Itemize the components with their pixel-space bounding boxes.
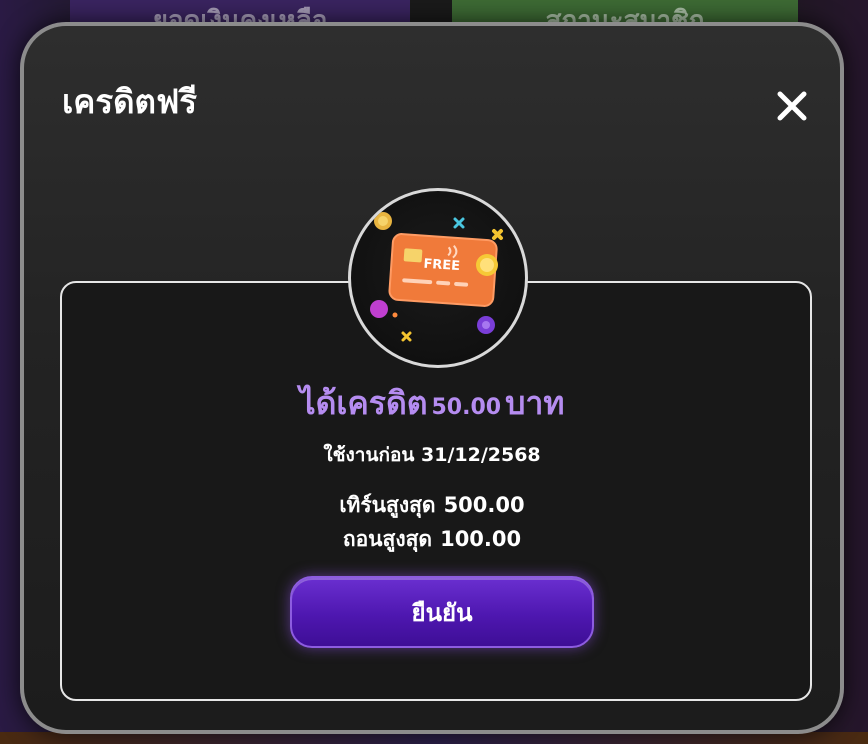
credit-suffix: บาท xyxy=(505,384,565,422)
free-credit-modal: เครดิตฟรี FREE ได้เครดิต 50.00 บาท ใช้งา… xyxy=(20,22,844,734)
credit-prefix: ได้เครดิต xyxy=(299,384,428,422)
turnover-value: 500.00 xyxy=(443,493,525,517)
withdraw-row: ถอนสูงสุด 100.00 xyxy=(24,522,840,556)
withdraw-value: 100.00 xyxy=(440,527,522,551)
close-button[interactable] xyxy=(770,84,814,128)
turnover-label: เทิร์นสูงสุด xyxy=(339,493,436,517)
close-icon xyxy=(777,91,807,121)
modal-title: เครดิตฟรี xyxy=(62,82,198,121)
credit-amount-line: ได้เครดิต 50.00 บาท xyxy=(24,378,840,429)
credit-card-icon: FREE xyxy=(370,212,503,342)
expiry-label: ใช้งานก่อน xyxy=(323,444,415,466)
card-free-text: FREE xyxy=(423,257,461,275)
expiry-date: 31/12/2568 xyxy=(421,444,541,466)
expiry-line: ใช้งานก่อน 31/12/2568 xyxy=(24,440,840,470)
turnover-row: เทิร์นสูงสุด 500.00 xyxy=(24,488,840,522)
withdraw-label: ถอนสูงสุด xyxy=(342,527,433,551)
confirm-button[interactable]: ยืนยัน xyxy=(290,576,594,648)
free-credit-badge: FREE xyxy=(348,188,528,368)
credit-amount: 50.00 xyxy=(431,395,502,420)
limits-block: เทิร์นสูงสุด 500.00 ถอนสูงสุด 100.00 xyxy=(24,488,840,556)
